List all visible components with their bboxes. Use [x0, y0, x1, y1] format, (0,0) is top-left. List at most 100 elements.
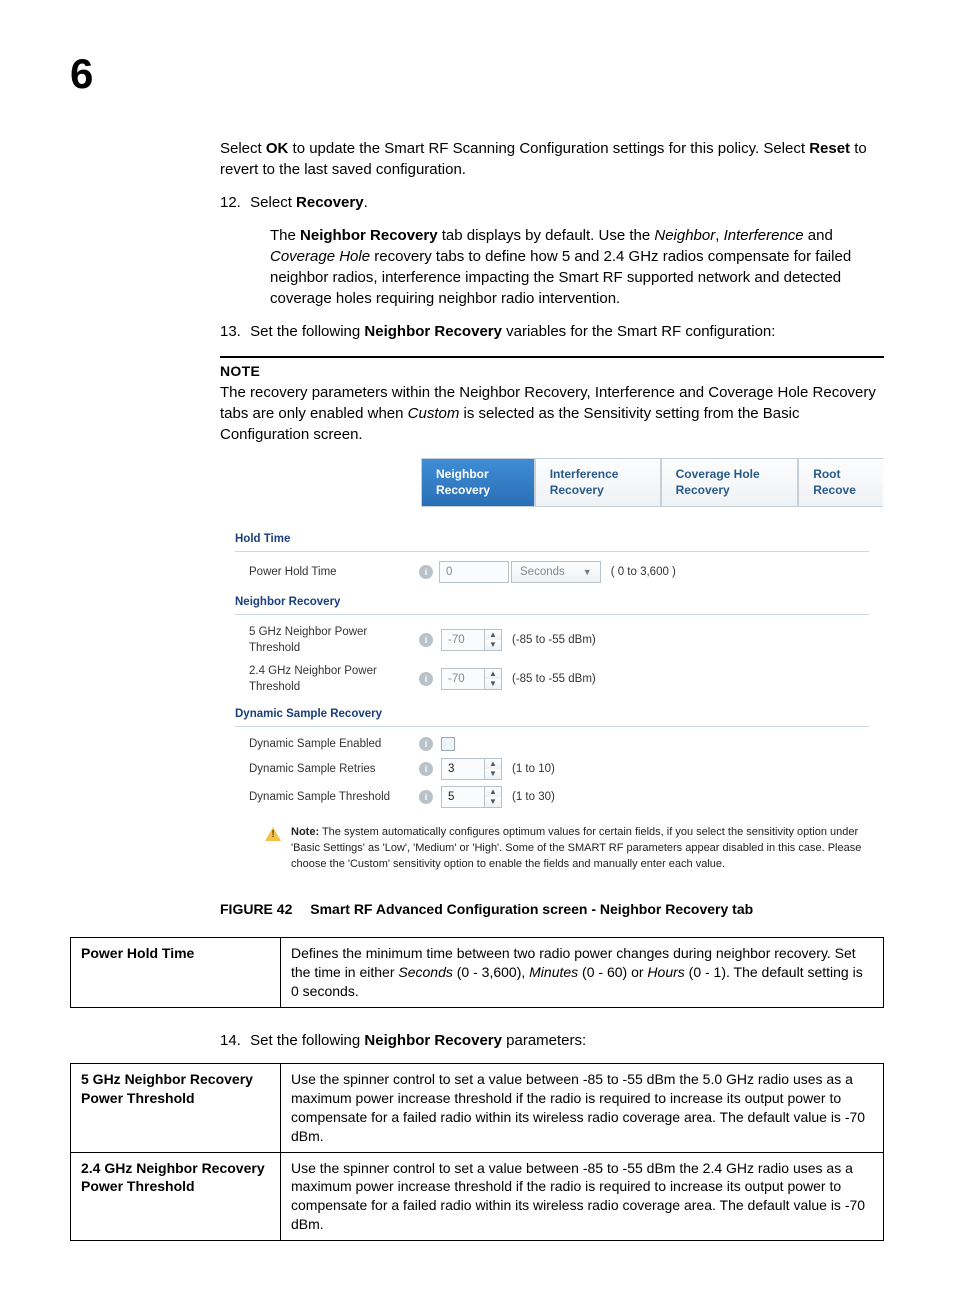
label-power-hold-time: Power Hold Time [249, 564, 419, 580]
ok-label: OK [266, 140, 289, 157]
spinner-arrows[interactable]: ▲▼ [485, 758, 502, 780]
info-icon[interactable]: i [419, 790, 433, 804]
row-dynamic-sample-retries: Dynamic Sample Retries i ▲▼ (1 to 10) [235, 755, 869, 783]
dynamic-sample-threshold-spinner[interactable]: ▲▼ [441, 786, 502, 808]
tab-coverage-hole-recovery[interactable]: Coverage Hole Recovery [661, 458, 799, 507]
tab-neighbor-recovery[interactable]: Neighbor Recovery [421, 458, 535, 507]
label-5ghz-threshold: 5 GHz Neighbor Power Threshold [249, 624, 419, 656]
table-row: 5 GHz Neighbor Recovery Power Threshold … [71, 1064, 884, 1153]
table-row: Power Hold Time Defines the minimum time… [71, 938, 884, 1008]
dynamic-sample-retries-spinner[interactable]: ▲▼ [441, 758, 502, 780]
spinner-arrows[interactable]: ▲▼ [485, 629, 502, 651]
tab-interference-recovery[interactable]: Interference Recovery [535, 458, 661, 507]
group-dynamic-sample-recovery: Dynamic Sample Recovery [235, 706, 869, 722]
5ghz-threshold-spinner[interactable]: ▲▼ [441, 629, 502, 651]
info-icon[interactable]: i [419, 633, 433, 647]
label-dynamic-sample-threshold: Dynamic Sample Threshold [249, 789, 419, 805]
text: The system automatically configures opti… [291, 826, 861, 870]
step-14: 14. Set the following Neighbor Recovery … [220, 1030, 884, 1051]
row-dynamic-sample-enabled: Dynamic Sample Enabled i [235, 733, 869, 755]
row-5ghz-threshold: 5 GHz Neighbor Power Threshold i ▲▼ (-85… [235, 621, 869, 659]
recovery-label: Recovery [296, 194, 364, 211]
label-dynamic-sample-enabled: Dynamic Sample Enabled [249, 736, 419, 752]
divider [235, 726, 869, 727]
text: parameters: [502, 1032, 586, 1049]
group-hold-time: Hold Time [235, 531, 869, 547]
param-name: 2.4 GHz Neighbor Recovery Power Threshol… [71, 1152, 281, 1241]
param-desc: Use the spinner control to set a value b… [281, 1064, 884, 1153]
step-12: 12. Select Recovery. [220, 192, 884, 213]
divider [235, 614, 869, 615]
arrow-down-icon[interactable]: ▼ [485, 797, 501, 807]
tab-root-recovery[interactable]: Root Recove [798, 458, 883, 507]
text-italic: Coverage Hole [270, 248, 370, 265]
step-12-sub: The Neighbor Recovery tab displays by de… [270, 225, 884, 309]
row-dynamic-sample-threshold: Dynamic Sample Threshold i ▲▼ (1 to 30) [235, 783, 869, 811]
text: (0 - 3,600), [453, 964, 529, 980]
spinner-arrows[interactable]: ▲▼ [485, 786, 502, 808]
figure-title: Smart RF Advanced Configuration screen -… [310, 901, 753, 917]
figure-caption: FIGURE 42 Smart RF Advanced Configuratio… [220, 900, 884, 920]
divider [235, 551, 869, 552]
figure-note-text: Note: The system automatically configure… [291, 825, 869, 873]
24ghz-threshold-spinner[interactable]: ▲▼ [441, 668, 502, 690]
arrow-up-icon[interactable]: ▲ [485, 669, 501, 679]
figure-panel: Hold Time Power Hold Time i Seconds ▼ ( … [221, 507, 883, 885]
table-neighbor-recovery-params: 5 GHz Neighbor Recovery Power Threshold … [70, 1063, 884, 1241]
dynamic-sample-threshold-input[interactable] [441, 786, 485, 808]
text-italic: Minutes [529, 964, 578, 980]
range-hint: (-85 to -55 dBm) [512, 671, 596, 687]
arrow-up-icon[interactable]: ▲ [485, 787, 501, 797]
dynamic-sample-enabled-checkbox[interactable] [441, 737, 455, 751]
24ghz-threshold-input[interactable] [441, 668, 485, 690]
5ghz-threshold-input[interactable] [441, 629, 485, 651]
text: and [804, 227, 833, 244]
note-body: The recovery parameters within the Neigh… [220, 382, 884, 445]
label-dynamic-sample-retries: Dynamic Sample Retries [249, 761, 419, 777]
step-number: 13. [220, 321, 246, 342]
chevron-down-icon: ▼ [583, 566, 592, 579]
dynamic-sample-retries-input[interactable] [441, 758, 485, 780]
text: tab displays by default. Use the [438, 227, 655, 244]
text-italic: Neighbor [654, 227, 715, 244]
text-italic: Interference [724, 227, 804, 244]
text-bold: Neighbor Recovery [364, 323, 502, 340]
intro-paragraph: Select OK to update the Smart RF Scannin… [220, 138, 884, 180]
info-icon[interactable]: i [419, 762, 433, 776]
info-icon[interactable]: i [419, 565, 433, 579]
arrow-up-icon[interactable]: ▲ [485, 759, 501, 769]
select-value: Seconds [520, 564, 565, 580]
text: (0 - 60) or [578, 964, 647, 980]
text: Select [220, 140, 266, 157]
range-hint: (1 to 30) [512, 789, 555, 805]
text: Set the following [250, 323, 364, 340]
text-bold: Note: [291, 826, 319, 838]
param-name: Power Hold Time [71, 938, 281, 1008]
figure-screenshot: Neighbor Recovery Interference Recovery … [220, 457, 884, 886]
arrow-down-icon[interactable]: ▼ [485, 769, 501, 779]
note-divider [220, 356, 884, 358]
group-neighbor-recovery: Neighbor Recovery [235, 594, 869, 610]
param-name: 5 GHz Neighbor Recovery Power Threshold [71, 1064, 281, 1153]
text: The [270, 227, 300, 244]
arrow-up-icon[interactable]: ▲ [485, 630, 501, 640]
note-heading: NOTE [220, 362, 884, 382]
table-power-hold-time: Power Hold Time Defines the minimum time… [70, 937, 884, 1008]
text-bold: Neighbor Recovery [300, 227, 438, 244]
text: Select [250, 194, 296, 211]
range-hint: (-85 to -55 dBm) [512, 632, 596, 648]
info-icon[interactable]: i [419, 737, 433, 751]
arrow-down-icon[interactable]: ▼ [485, 640, 501, 650]
row-24ghz-threshold: 2.4 GHz Neighbor Power Threshold i ▲▼ (-… [235, 660, 869, 698]
text-italic: Seconds [398, 964, 452, 980]
table-row: 2.4 GHz Neighbor Recovery Power Threshol… [71, 1152, 884, 1241]
figure-number: FIGURE 42 [220, 901, 292, 917]
param-desc: Defines the minimum time between two rad… [281, 938, 884, 1008]
spinner-arrows[interactable]: ▲▼ [485, 668, 502, 690]
power-hold-time-unit-select[interactable]: Seconds ▼ [511, 561, 601, 583]
power-hold-time-input[interactable] [439, 561, 509, 583]
param-desc: Use the spinner control to set a value b… [281, 1152, 884, 1241]
step-13: 13. Set the following Neighbor Recovery … [220, 321, 884, 342]
arrow-down-icon[interactable]: ▼ [485, 679, 501, 689]
info-icon[interactable]: i [419, 672, 433, 686]
